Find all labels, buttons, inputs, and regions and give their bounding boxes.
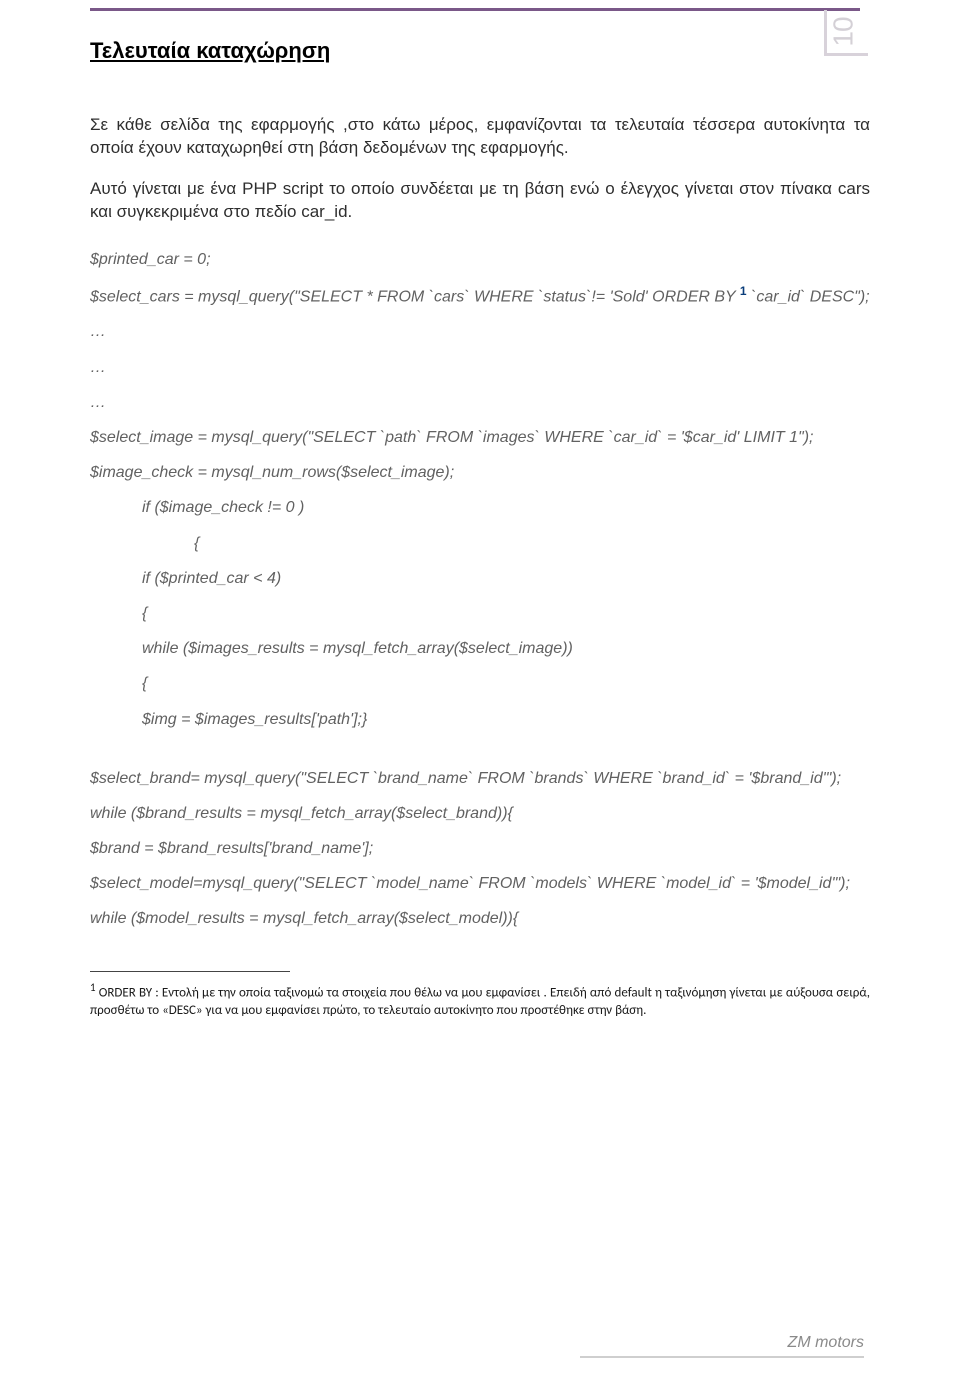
code-text: $select_cars = mysql_query("SELECT * FRO… (90, 288, 735, 305)
code-ellipsis: … (90, 356, 870, 379)
footnote-text: 1 ORDER BY : Εντολή με την οποία ταξινομ… (90, 980, 870, 1021)
code-line: while ($brand_results = mysql_fetch_arra… (90, 802, 870, 825)
page-number: 10 (827, 17, 859, 46)
code-line: while ($images_results = mysql_fetch_arr… (90, 637, 870, 660)
footnote-ref-icon: 1 (740, 284, 747, 298)
code-line: $select_image = mysql_query("SELECT `pat… (90, 426, 870, 449)
top-border (90, 8, 860, 11)
code-brace: { (90, 602, 870, 625)
code-line: $printed_car = 0; (90, 248, 870, 271)
code-text: `car_id` DESC"); (751, 288, 870, 305)
code-line: if ($printed_car < 4) (90, 567, 870, 590)
code-line: $image_check = mysql_num_rows($select_im… (90, 461, 870, 484)
code-line: while ($model_results = mysql_fetch_arra… (90, 907, 870, 930)
code-line: if ($image_check != 0 ) (90, 496, 870, 519)
intro-paragraph-1: Σε κάθε σελίδα της εφαρμογής ,στο κάτω μ… (90, 114, 870, 160)
code-line: $select_model=mysql_query("SELECT `model… (90, 872, 870, 895)
code-ellipsis: … (90, 320, 870, 343)
intro-paragraph-2: Αυτό γίνεται με ένα PHP script το οποίο … (90, 178, 870, 224)
footnote-body: ORDER BY : Εντολή με την οποία ταξινομώ … (90, 985, 870, 1018)
footer-divider (580, 1356, 864, 1358)
code-brace: { (90, 672, 870, 695)
section-heading: Τελευταία καταχώρηση (90, 38, 870, 64)
code-ellipsis: … (90, 391, 870, 414)
footnote-divider (90, 971, 290, 972)
code-brace: { (90, 532, 870, 555)
code-line: $brand = $brand_results['brand_name']; (90, 837, 870, 860)
code-line: $select_brand= mysql_query("SELECT `bran… (90, 767, 870, 790)
code-line: $select_cars = mysql_query("SELECT * FRO… (90, 283, 870, 309)
code-block: $printed_car = 0; $select_cars = mysql_q… (90, 248, 870, 931)
footer-brand: ZM motors (788, 1334, 864, 1352)
code-line: $img = $images_results['path'];} (90, 708, 870, 731)
